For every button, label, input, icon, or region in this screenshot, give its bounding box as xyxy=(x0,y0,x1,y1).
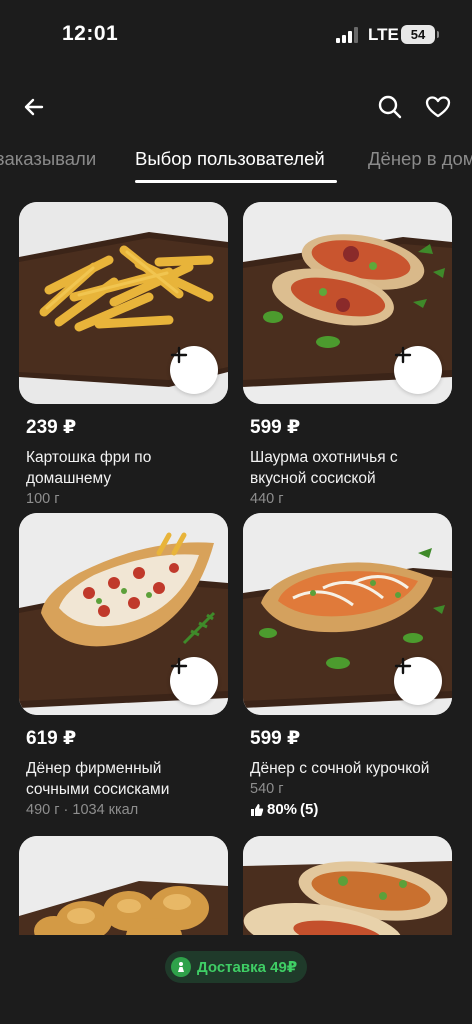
add-to-cart-button[interactable] xyxy=(170,657,218,705)
plus-icon xyxy=(394,657,412,675)
product-name: Дёнер фирменный сочными сосисками xyxy=(26,760,170,798)
tab-previously-ordered[interactable]: заказывали xyxy=(0,148,96,170)
add-to-cart-button[interactable] xyxy=(170,346,218,394)
delivery-person-icon xyxy=(171,957,191,977)
delivery-info-button[interactable]: Доставка 49₽ xyxy=(165,951,308,983)
product-weight: 440 г xyxy=(250,491,284,507)
nuggets-image xyxy=(19,836,228,940)
product-card[interactable] xyxy=(243,836,452,940)
product-card[interactable]: 599 ₽ Дёнер с сочной курочкой 540 г 80% … xyxy=(243,513,452,818)
product-price: 599 ₽ xyxy=(250,417,301,438)
rating-percent: 80% xyxy=(267,801,298,818)
product-image[interactable] xyxy=(243,836,452,940)
product-card[interactable]: 599 ₽ Шаурма охотничья с вкусной сосиско… xyxy=(243,202,452,507)
battery-icon: 54 xyxy=(401,25,439,44)
product-rating: 80% (5) xyxy=(250,801,452,818)
product-name: Картошка фри по домашнему xyxy=(26,449,152,487)
product-weight: 490 г · 1034 ккал xyxy=(26,802,139,818)
thumbs-up-icon xyxy=(251,803,264,816)
signal-icon xyxy=(336,27,360,43)
active-tab-indicator xyxy=(135,180,337,183)
rating-count: (5) xyxy=(300,801,319,818)
delivery-label: Доставка 49₽ xyxy=(197,959,298,976)
status-bar: 12:01 LTE 54 xyxy=(0,0,472,70)
product-price: 619 ₽ xyxy=(26,728,77,749)
product-image[interactable] xyxy=(243,513,452,715)
plus-icon xyxy=(170,346,188,364)
product-image[interactable] xyxy=(243,202,452,404)
favorite-button[interactable] xyxy=(418,87,458,127)
product-image[interactable] xyxy=(19,202,228,404)
back-button[interactable] xyxy=(14,87,54,127)
add-to-cart-button[interactable] xyxy=(394,346,442,394)
plus-icon xyxy=(394,346,412,364)
network-type: LTE xyxy=(368,25,399,44)
tab-doner-delivery[interactable]: Дёнер в дом xyxy=(368,148,472,170)
product-weight: 540 г xyxy=(250,781,284,797)
product-name: Дёнер с сочной курочкой xyxy=(250,760,430,777)
status-time: 12:01 xyxy=(62,22,119,45)
search-button[interactable] xyxy=(370,87,410,127)
add-to-cart-button[interactable] xyxy=(394,657,442,705)
product-card[interactable]: 619 ₽ Дёнер фирменный сочными сосисками … xyxy=(19,513,228,818)
top-toolbar xyxy=(0,82,472,132)
tab-users-choice[interactable]: Выбор пользователей xyxy=(135,148,325,170)
product-image[interactable] xyxy=(19,513,228,715)
wrap-image xyxy=(243,836,452,940)
product-grid: 239 ₽ Картошка фри по домашнему 100 г 59… xyxy=(0,200,472,940)
category-tabs: заказывали Выбор пользователей Дёнер в д… xyxy=(0,140,472,184)
product-name: Шаурма охотничья с вкусной сосиской xyxy=(250,449,398,487)
product-image[interactable] xyxy=(19,836,228,940)
product-price: 599 ₽ xyxy=(250,728,301,749)
heart-icon xyxy=(425,96,451,118)
product-weight: 100 г xyxy=(26,491,60,507)
product-card[interactable]: 239 ₽ Картошка фри по домашнему 100 г xyxy=(19,202,228,507)
product-card[interactable] xyxy=(19,836,228,940)
product-price: 239 ₽ xyxy=(26,417,77,438)
arrow-left-icon xyxy=(24,98,44,116)
search-icon xyxy=(378,95,402,119)
plus-icon xyxy=(170,657,188,675)
